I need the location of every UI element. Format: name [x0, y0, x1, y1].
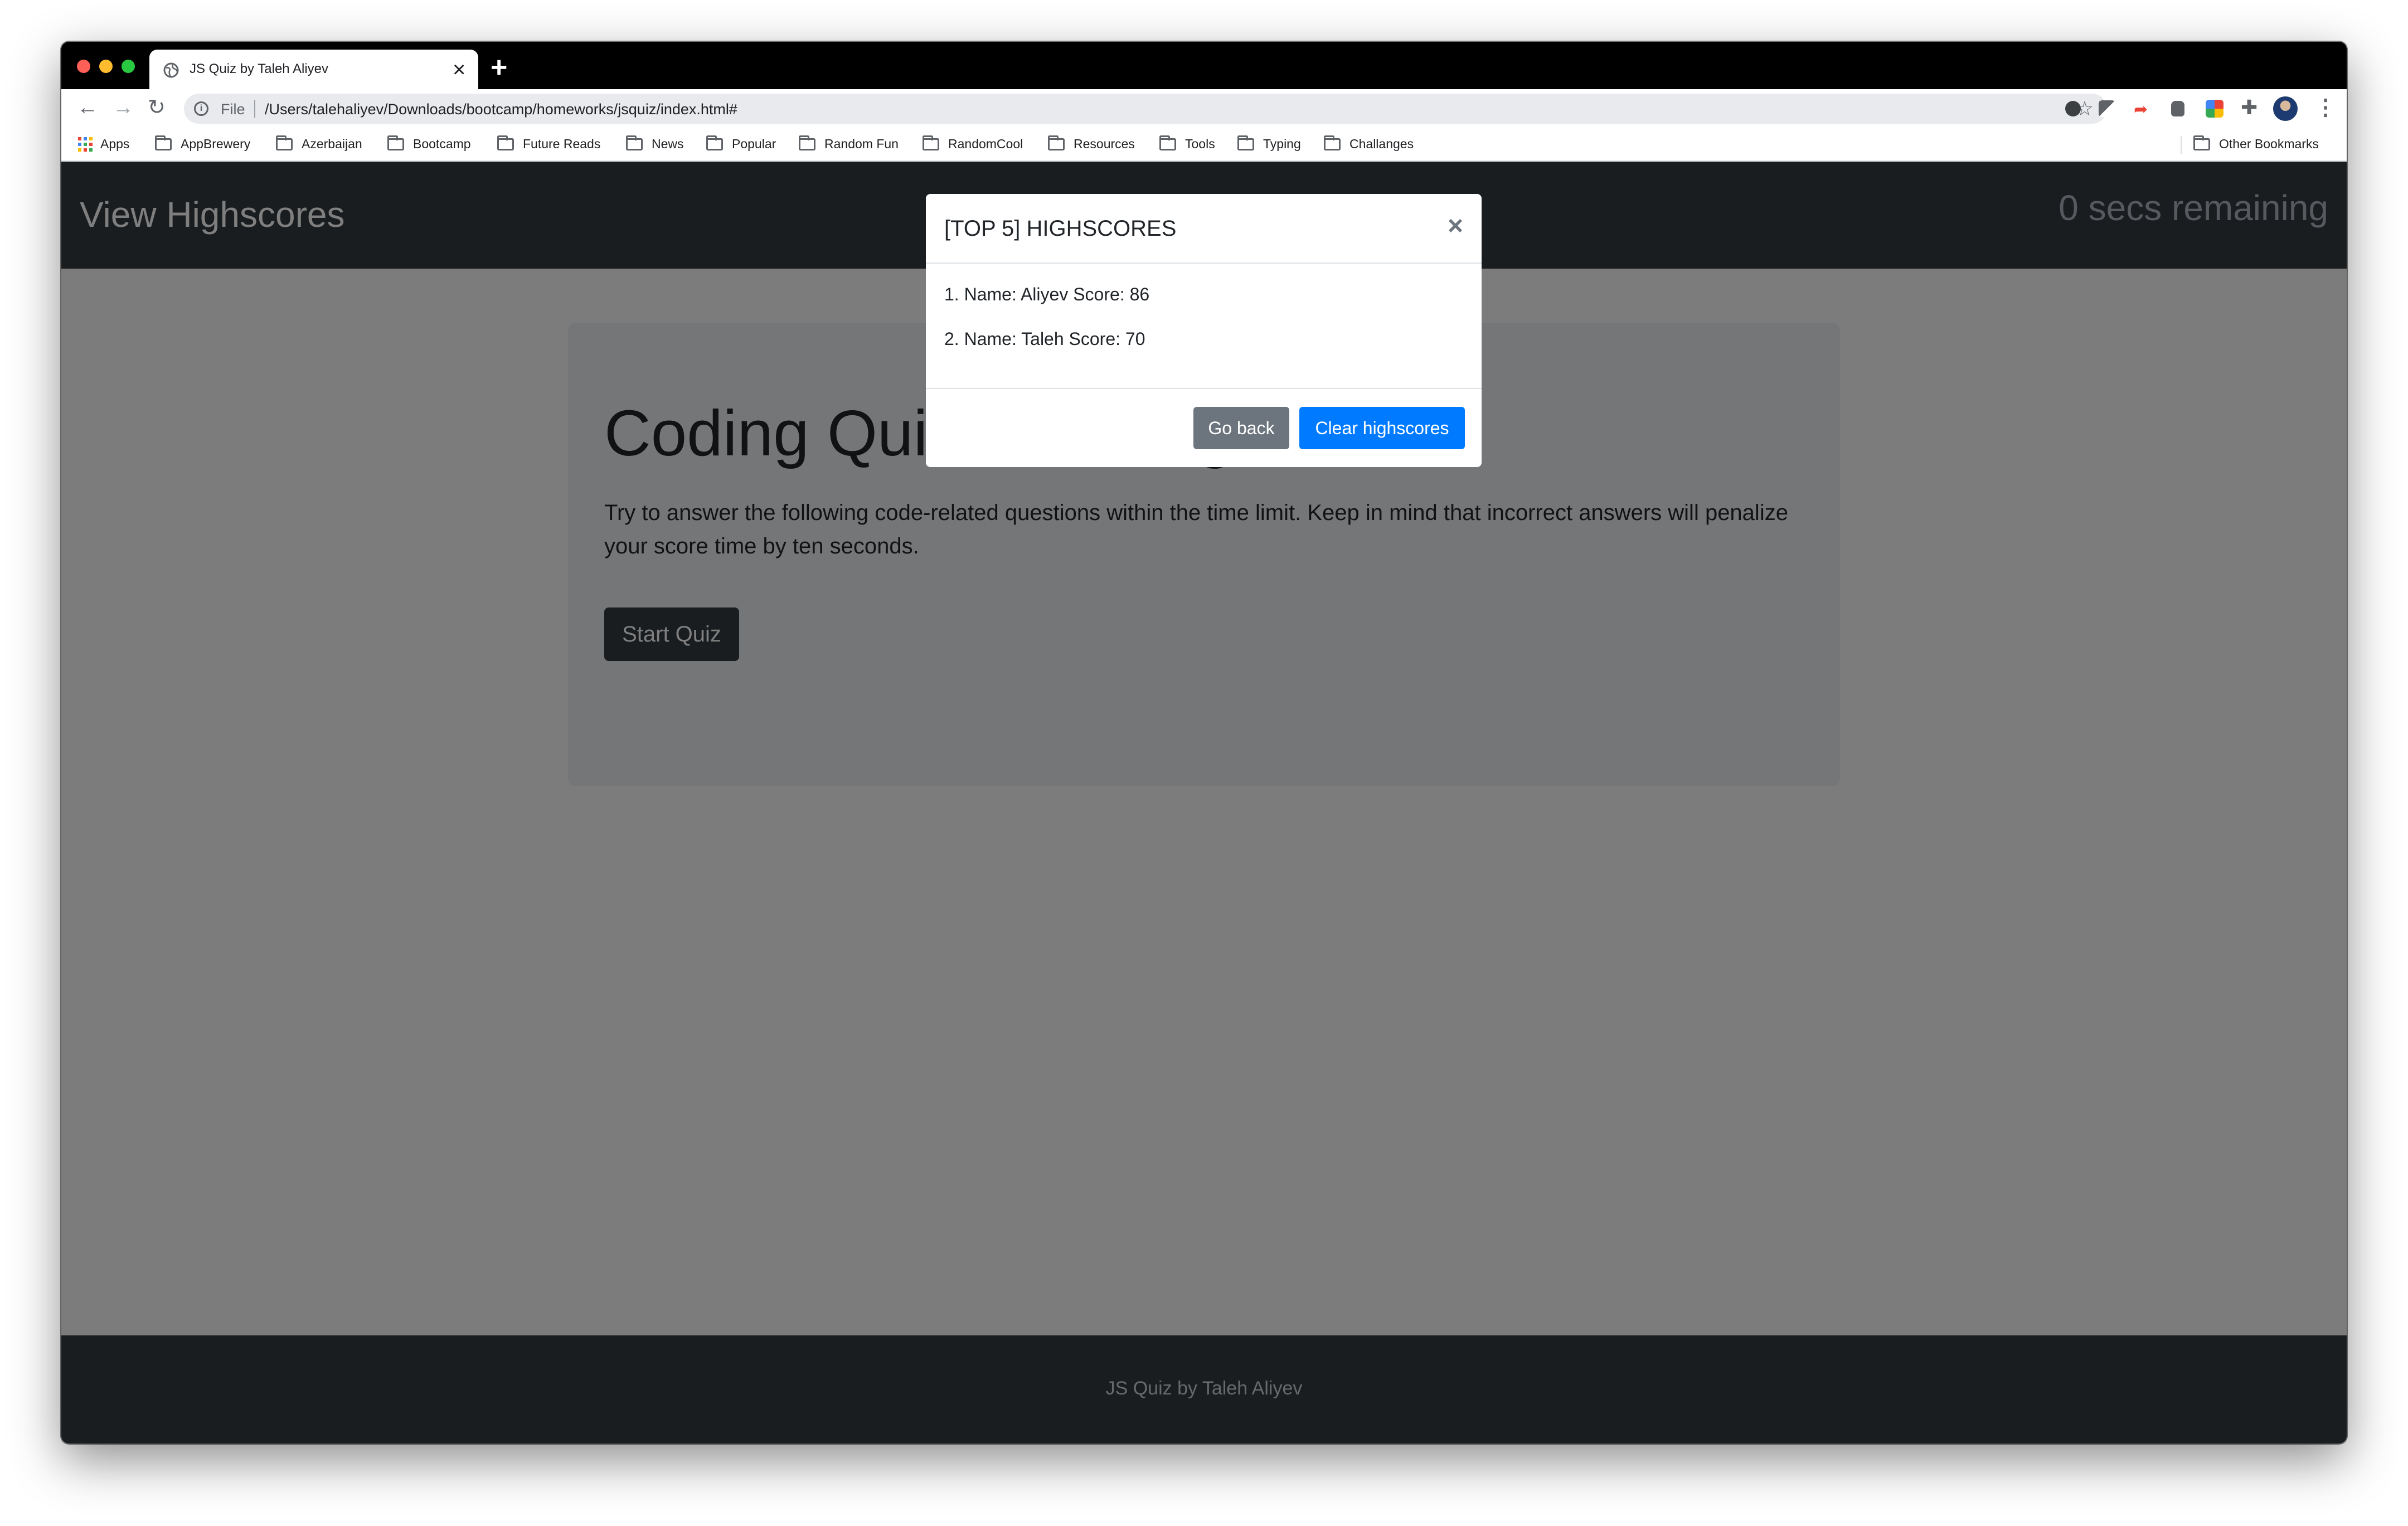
folder-icon [1237, 135, 1254, 150]
go-back-button[interactable]: Go back [1193, 407, 1289, 449]
modal-header: [TOP 5] HIGHSCORES × [926, 194, 1482, 264]
bookmark-label: Bootcamp [413, 137, 471, 151]
bookmarks-divider [2181, 136, 2182, 154]
bookmark-label: Future Reads [523, 137, 601, 151]
folder-icon [276, 135, 293, 150]
folder-icon [799, 135, 815, 150]
folder-icon [706, 135, 723, 150]
browser-toolbar: ← → ↻ i File /Users/talehaliyev/Download… [61, 89, 2347, 127]
bookmark-label: Challanges [1349, 137, 1414, 151]
highscore-item: 1. Name: Aliyev Score: 86 [944, 284, 1150, 304]
folder-icon [1324, 135, 1341, 150]
bookmark-news[interactable]: News [626, 135, 684, 152]
bookmark-label: AppBrewery [181, 137, 251, 151]
modal-body: 1. Name: Aliyev Score: 86 2. Name: Taleh… [944, 283, 1463, 372]
bookmarks-bar: Apps AppBrewery Azerbaijan Bootcamp Futu… [61, 127, 2347, 162]
bookmark-label: News [652, 137, 684, 151]
new-tab-button[interactable]: + [491, 53, 507, 82]
clear-highscores-button[interactable]: Clear highscores [1299, 407, 1465, 449]
bookmark-label: Other Bookmarks [2219, 137, 2319, 151]
folder-icon [497, 135, 514, 150]
bookmark-bootcamp[interactable]: Bootcamp [387, 135, 471, 152]
extension-circle-icon[interactable] [2065, 101, 2081, 116]
omnibox-divider [254, 100, 255, 118]
bookmark-label: Azerbaijan [302, 137, 362, 151]
extension-eyedropper-icon[interactable] [2099, 100, 2115, 117]
tab-close-icon[interactable]: × [453, 56, 465, 83]
address-bar[interactable]: i File /Users/talehaliyev/Downloads/boot… [184, 94, 2107, 124]
extension-bug-icon[interactable] [2171, 101, 2184, 116]
profile-avatar[interactable] [2273, 96, 2298, 121]
bookmark-resources[interactable]: Resources [1048, 135, 1135, 152]
highscores-modal: [TOP 5] HIGHSCORES × 1. Name: Aliyev Sco… [926, 194, 1482, 467]
bookmark-other-bookmarks[interactable]: Other Bookmarks [2193, 135, 2319, 152]
bookmark-appbrewery[interactable]: AppBrewery [155, 135, 251, 152]
bookmark-popular[interactable]: Popular [706, 135, 776, 152]
bookmark-label: Typing [1263, 137, 1301, 151]
close-icon[interactable]: × [1448, 211, 1463, 242]
reload-icon[interactable]: ↻ [148, 95, 166, 120]
browser-tab[interactable]: JS Quiz by Taleh Aliyev × [149, 50, 478, 89]
modal-footer: Go back Clear highscores [926, 388, 1482, 467]
back-arrow-icon[interactable]: ← [77, 95, 98, 120]
bookmark-label: Tools [1185, 137, 1215, 151]
folder-icon [155, 135, 172, 150]
bookmark-label: Random Fun [824, 137, 899, 151]
tab-strip: JS Quiz by Taleh Aliyev × + [61, 42, 2347, 89]
bookmark-label: Resources [1074, 137, 1135, 151]
bookmark-randomcool[interactable]: RandomCool [923, 135, 1023, 152]
bookmark-typing[interactable]: Typing [1237, 135, 1301, 152]
extension-arrow-icon[interactable]: ➦ [2134, 101, 2153, 120]
modal-title: [TOP 5] HIGHSCORES [944, 216, 1177, 241]
folder-icon [1048, 135, 1065, 150]
folder-icon [1159, 135, 1176, 150]
bookmark-label: Popular [732, 137, 776, 151]
maximize-window-button[interactable] [122, 60, 135, 73]
forward-arrow-icon[interactable]: → [113, 95, 134, 120]
browser-menu-icon[interactable]: ⋮ [2314, 95, 2337, 120]
bookmark-random-fun[interactable]: Random Fun [799, 135, 899, 152]
folder-icon [923, 135, 939, 150]
bookmark-future-reads[interactable]: Future Reads [497, 135, 601, 152]
bookmark-azerbaijan[interactable]: Azerbaijan [276, 135, 362, 152]
page-viewport: View Highscores 0 secs remaining Coding … [61, 162, 2347, 1444]
folder-icon [387, 135, 404, 150]
highscore-item: 2. Name: Taleh Score: 70 [944, 329, 1145, 349]
extensions-puzzle-icon[interactable]: ✚ [2241, 98, 2260, 118]
extension-colorful-icon[interactable] [2206, 100, 2223, 118]
globe-icon [163, 62, 179, 78]
scheme-label: File [221, 101, 245, 118]
url-text[interactable]: /Users/talehaliyev/Downloads/bootcamp/ho… [265, 101, 737, 118]
bookmark-label: RandomCool [948, 137, 1023, 151]
folder-icon [626, 135, 643, 150]
bookmark-label: Apps [100, 137, 130, 151]
apps-grid-icon [78, 137, 93, 152]
folder-icon [2193, 135, 2210, 150]
bookmark-challanges[interactable]: Challanges [1324, 135, 1414, 152]
tab-title: JS Quiz by Taleh Aliyev [190, 61, 329, 76]
bookmark-tools[interactable]: Tools [1159, 135, 1215, 152]
close-window-button[interactable] [77, 60, 90, 73]
browser-window: JS Quiz by Taleh Aliyev × + ← → ↻ i File… [61, 42, 2347, 1444]
bookmark-apps[interactable]: Apps [78, 137, 129, 152]
info-icon[interactable]: i [194, 101, 208, 116]
minimize-window-button[interactable] [99, 60, 113, 73]
